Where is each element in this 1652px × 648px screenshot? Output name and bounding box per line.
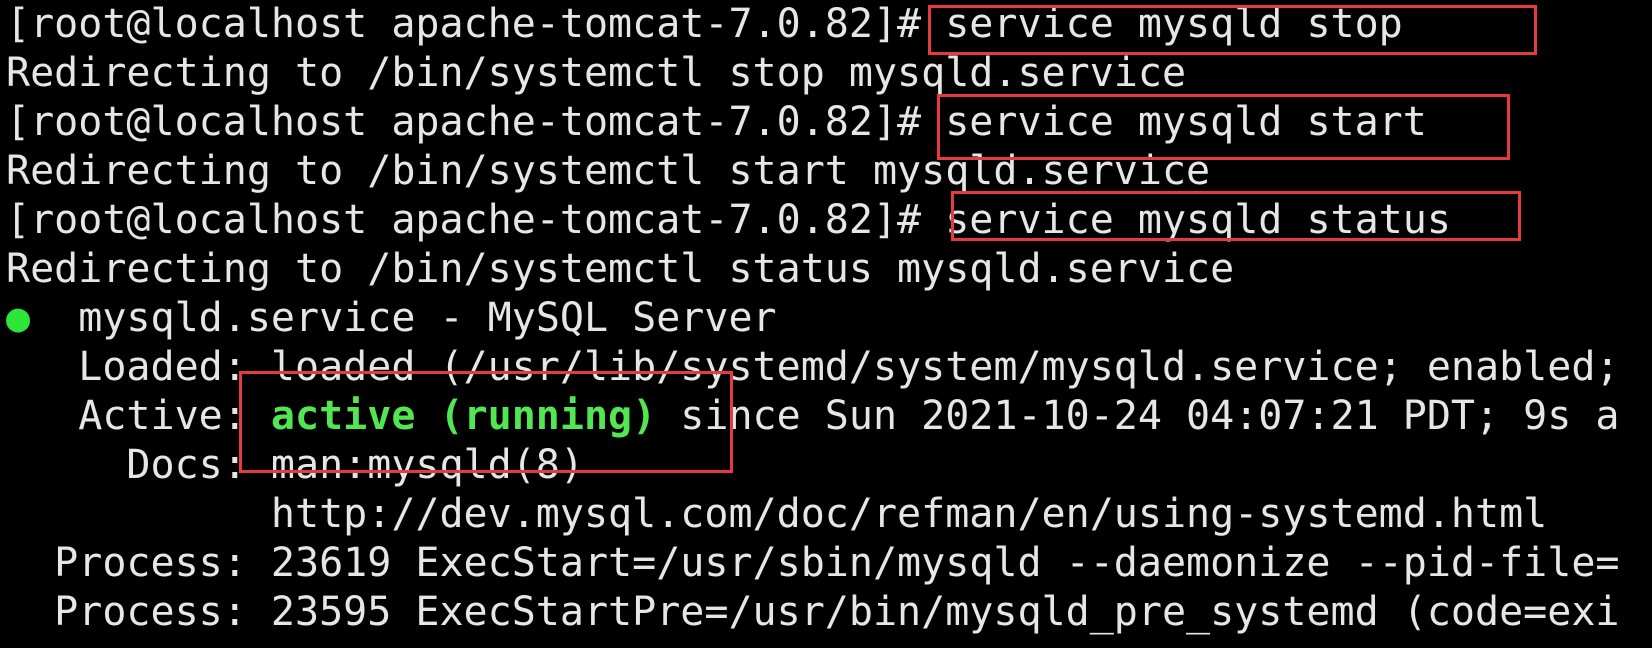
terminal-window[interactable]: [root@localhost apache-tomcat-7.0.82]# s… [0, 0, 1652, 648]
terminal-line-13: Process: 23595 ExecStartPre=/usr/bin/mys… [6, 588, 1620, 637]
terminal-line-9: Active: active (running) since Sun 2021-… [6, 392, 1620, 441]
terminal-line-6: Redirecting to /bin/systemctl status mys… [6, 245, 1234, 294]
terminal-line-7: ● mysqld.service - MySQL Server [6, 294, 777, 343]
command-text: service mysqld stop [921, 1, 1403, 47]
process-line: Process: 23619 ExecStart=/usr/sbin/mysql… [6, 540, 1620, 586]
shell-prompt: [root@localhost apache-tomcat-7.0.82]# [6, 1, 922, 47]
command-output: Redirecting to /bin/systemctl stop mysql… [6, 50, 1187, 96]
active-since: since Sun 2021-10-24 04:07:21 PDT; 9s a [656, 393, 1620, 439]
terminal-line-5: [root@localhost apache-tomcat-7.0.82]# s… [6, 196, 1451, 245]
terminal-line-11: http://dev.mysql.com/doc/refman/en/using… [6, 490, 1547, 539]
status-bullet-icon: ● [6, 295, 31, 341]
active-label: Active: [6, 393, 271, 439]
command-output: Redirecting to /bin/systemctl status mys… [6, 246, 1235, 292]
docs-url-line: http://dev.mysql.com/doc/refman/en/using… [6, 491, 1548, 537]
loaded-line: Loaded: loaded (/usr/lib/systemd/system/… [6, 344, 1620, 390]
terminal-line-8: Loaded: loaded (/usr/lib/systemd/system/… [6, 343, 1620, 392]
process-line: Process: 23595 ExecStartPre=/usr/bin/mys… [6, 589, 1620, 635]
terminal-line-1: [root@localhost apache-tomcat-7.0.82]# s… [6, 0, 1403, 49]
terminal-line-3: [root@localhost apache-tomcat-7.0.82]# s… [6, 98, 1427, 147]
terminal-line-2: Redirecting to /bin/systemctl stop mysql… [6, 49, 1186, 98]
docs-line: Docs: man:mysqld(8) [6, 442, 584, 488]
terminal-line-12: Process: 23619 ExecStart=/usr/sbin/mysql… [6, 539, 1620, 588]
command-text: service mysqld start [921, 99, 1427, 145]
terminal-line-10: Docs: man:mysqld(8) [6, 441, 584, 490]
active-status: active (running) [270, 393, 657, 439]
service-title: mysqld.service - MySQL Server [30, 295, 777, 341]
command-output: Redirecting to /bin/systemctl start mysq… [6, 148, 1211, 194]
shell-prompt: [root@localhost apache-tomcat-7.0.82]# [6, 99, 922, 145]
command-text: service mysqld status [921, 197, 1451, 243]
shell-prompt: [root@localhost apache-tomcat-7.0.82]# [6, 197, 922, 243]
terminal-line-4: Redirecting to /bin/systemctl start mysq… [6, 147, 1210, 196]
